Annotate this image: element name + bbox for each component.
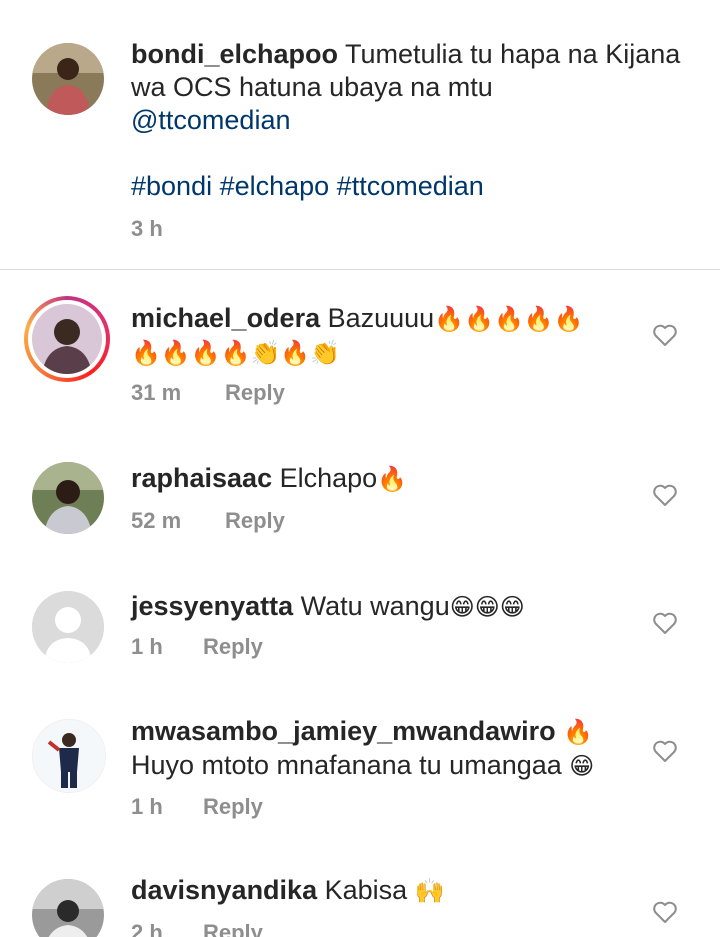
comment-text: michael_odera Bazuuuu🔥🔥🔥🔥🔥 🔥🔥🔥🔥👏🔥👏 xyxy=(131,302,611,370)
comment-meta: 52 m Reply xyxy=(131,508,285,534)
comment-emoji-2: 😁 xyxy=(569,752,595,780)
mention-link[interactable]: @ttcomedian xyxy=(131,105,290,135)
comment-item: davisnyandika Kabisa 🙌 2 h Reply xyxy=(0,874,720,937)
heart-outline-icon[interactable] xyxy=(652,739,678,763)
comment-emoji-line2: 🔥🔥🔥🔥👏🔥👏 xyxy=(131,339,341,367)
comment-username[interactable]: davisnyandika xyxy=(131,875,317,905)
comment-body: Huyo mtoto mnafanana tu umangaa xyxy=(131,750,562,780)
comment-meta: 1 h Reply xyxy=(131,794,263,820)
comment-emoji: 🙌 xyxy=(414,877,445,905)
comment-timestamp: 52 m xyxy=(131,508,182,533)
comment-timestamp: 31 m xyxy=(131,380,182,405)
reply-button[interactable]: Reply xyxy=(225,508,285,534)
comment-timestamp: 1 h xyxy=(131,794,163,819)
comment-username[interactable]: mwasambo_jamiey_mwandawiro xyxy=(131,716,556,746)
heart-outline-icon[interactable] xyxy=(652,323,678,347)
comment-timestamp: 1 h xyxy=(131,634,163,659)
comment-emoji: 🔥 xyxy=(563,718,594,746)
comment-body: Watu wangu xyxy=(300,591,450,621)
comment-username[interactable]: jessyenyatta xyxy=(131,591,293,621)
commenter-avatar[interactable] xyxy=(32,462,104,534)
comment-emoji: 😁😁😁 xyxy=(449,593,525,621)
comment-body: Bazuuuu xyxy=(327,303,435,333)
reply-button[interactable]: Reply xyxy=(203,634,263,660)
heart-outline-icon[interactable] xyxy=(652,900,678,924)
commenter-avatar[interactable] xyxy=(32,304,102,374)
reply-button[interactable]: Reply xyxy=(225,380,285,406)
comment-body: Elchapo xyxy=(279,463,378,493)
comment-username[interactable]: michael_odera xyxy=(131,303,320,333)
comment-text: raphaisaac Elchapo🔥 xyxy=(131,462,611,496)
commenter-avatar[interactable] xyxy=(32,719,106,793)
default-avatar-icon[interactable] xyxy=(32,591,104,663)
divider xyxy=(0,269,720,270)
commenter-avatar[interactable] xyxy=(32,879,104,937)
comment-emoji: 🔥 xyxy=(377,465,408,493)
caption-timestamp: 3 h xyxy=(131,216,163,241)
hashtags[interactable]: #bondi #elchapo #ttcomedian xyxy=(131,170,484,203)
comment-body: Kabisa xyxy=(324,875,408,905)
caption-username[interactable]: bondi_elchapoo xyxy=(131,39,338,69)
comment-text: mwasambo_jamiey_mwandawiro 🔥 Huyo mtoto … xyxy=(131,715,631,783)
caption-avatar[interactable] xyxy=(32,43,104,115)
post-caption: bondi_elchapoo Tumetulia tu hapa na Kija… xyxy=(0,0,720,270)
comment-meta: 1 h Reply xyxy=(131,634,263,660)
comment-username[interactable]: raphaisaac xyxy=(131,463,272,493)
reply-button[interactable]: Reply xyxy=(203,794,263,820)
comment-text: davisnyandika Kabisa 🙌 xyxy=(131,874,611,908)
comment-text: jessyenyatta Watu wangu😁😁😁 xyxy=(131,590,611,624)
comment-timestamp: 2 h xyxy=(131,920,163,937)
comment-meta: 2 h Reply xyxy=(131,920,263,937)
comment-emoji: 🔥🔥🔥🔥🔥 xyxy=(434,305,584,333)
caption-text: bondi_elchapoo Tumetulia tu hapa na Kija… xyxy=(131,38,691,137)
reply-button[interactable]: Reply xyxy=(203,920,263,937)
comment-meta: 31 m Reply xyxy=(131,380,285,406)
heart-outline-icon[interactable] xyxy=(652,483,678,507)
heart-outline-icon[interactable] xyxy=(652,611,678,635)
